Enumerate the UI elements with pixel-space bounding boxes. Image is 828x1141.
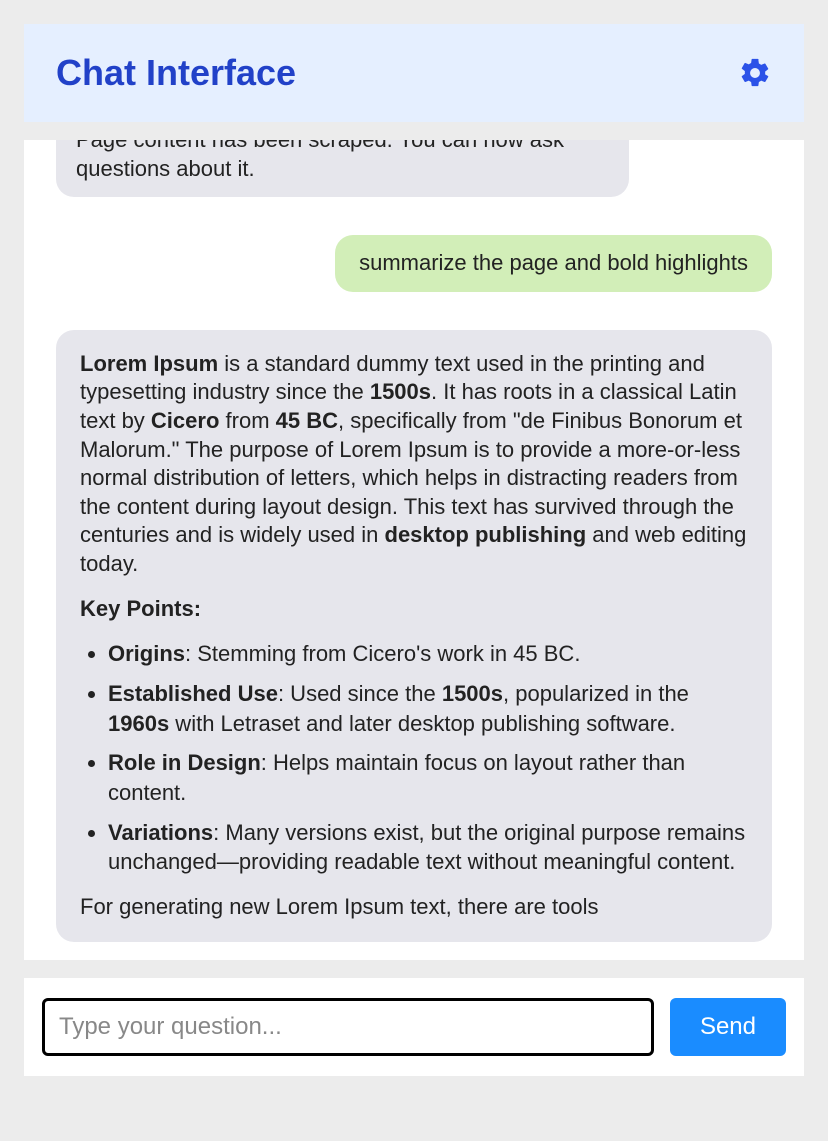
gear-icon bbox=[738, 56, 772, 90]
send-button[interactable]: Send bbox=[670, 998, 786, 1056]
settings-button[interactable] bbox=[738, 56, 772, 90]
system-message: Page content has been scraped. You can n… bbox=[56, 140, 629, 197]
user-message: summarize the page and bold highlights bbox=[335, 235, 772, 292]
input-row: Send bbox=[24, 978, 804, 1076]
message-input[interactable] bbox=[42, 998, 654, 1056]
list-item: Established Use: Used since the 1500s, p… bbox=[108, 679, 748, 738]
chat-header: Chat Interface bbox=[24, 24, 804, 122]
key-points-list: Origins: Stemming from Cicero's work in … bbox=[80, 639, 748, 877]
header-title: Chat Interface bbox=[56, 52, 296, 94]
list-item: Role in Design: Helps maintain focus on … bbox=[108, 748, 748, 807]
assistant-outro: For generating new Lorem Ipsum text, the… bbox=[80, 893, 748, 922]
chat-messages[interactable]: Page content has been scraped. You can n… bbox=[24, 140, 804, 960]
list-item: Variations: Many versions exist, but the… bbox=[108, 818, 748, 877]
list-item: Origins: Stemming from Cicero's work in … bbox=[108, 639, 748, 669]
key-points-heading: Key Points: bbox=[80, 595, 748, 624]
assistant-intro: Lorem Ipsum is a standard dummy text use… bbox=[80, 350, 748, 579]
assistant-message: Lorem Ipsum is a standard dummy text use… bbox=[56, 330, 772, 942]
